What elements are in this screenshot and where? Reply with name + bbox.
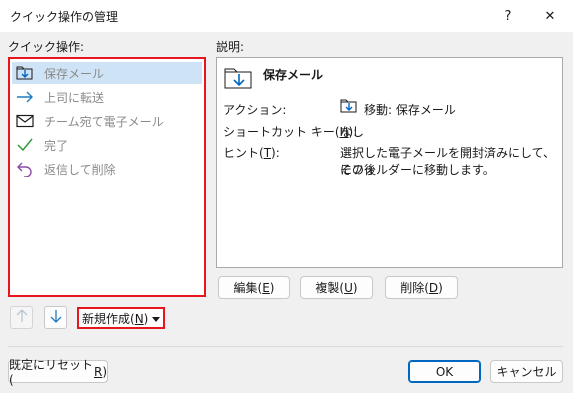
quick-actions-label: クイック操作: <box>8 40 85 54</box>
reset-default-button[interactable]: 既定にリセット(R) <box>8 358 108 387</box>
list-item-done[interactable]: 完了 <box>12 134 202 156</box>
help-button[interactable]: ? <box>490 0 526 32</box>
folder-save-icon <box>14 62 36 84</box>
list-item-team-mail[interactable]: チーム宛て電子メール <box>12 110 202 132</box>
edit-button[interactable]: 編集(E) <box>218 276 290 299</box>
reply-delete-icon <box>14 158 36 180</box>
list-item-reply-delete[interactable]: 返信して削除 <box>12 158 202 180</box>
list-item-forward-boss[interactable]: 上司に転送 <box>12 86 202 108</box>
action-label: アクション: <box>223 103 287 117</box>
hint-label: ヒント(T): <box>223 146 280 160</box>
arrow-up-icon <box>16 309 28 326</box>
list-item-label: 返信して削除 <box>44 162 116 177</box>
shortcut-label: ショートカット キー(H): <box>223 125 358 139</box>
move-up-button[interactable] <box>10 306 33 329</box>
delete-button[interactable]: 削除(D) <box>385 276 458 299</box>
new-button-label: 新規作成(N) <box>82 311 149 326</box>
dropdown-triangle-icon <box>152 311 161 325</box>
checkmark-icon <box>14 134 36 156</box>
footer-separator <box>8 346 563 347</box>
list-item-label: 完了 <box>44 138 69 153</box>
quick-actions-list[interactable]: 保存メール 上司に転送 チーム宛て電子メール 完了 返信して削除 <box>8 57 206 297</box>
folder-save-large-icon <box>224 66 254 93</box>
description-label: 説明: <box>216 40 245 54</box>
hint-line-2: にフォルダーに移動します。 <box>340 163 495 177</box>
arrow-down-icon <box>50 309 62 326</box>
forward-arrow-icon <box>14 86 36 108</box>
copy-button[interactable]: 複製(U) <box>300 276 373 299</box>
close-button[interactable]: ✕ <box>532 0 568 32</box>
move-down-button[interactable] <box>44 306 67 329</box>
description-panel: 保存メール アクション: 移動: 保存メール ショートカット キー(H): なし… <box>216 57 563 268</box>
shortcut-value: なし <box>340 125 365 139</box>
new-quick-action-button[interactable]: 新規作成(N) <box>77 307 165 329</box>
folder-save-small-icon <box>340 98 358 117</box>
ok-button[interactable]: OK <box>408 360 481 383</box>
description-heading: 保存メール <box>263 68 324 82</box>
list-item-label: 保存メール <box>44 66 105 81</box>
action-value: 移動: 保存メール <box>364 103 456 117</box>
envelope-icon <box>14 110 36 132</box>
list-item-label: 上司に転送 <box>44 90 105 105</box>
cancel-button[interactable]: キャンセル <box>490 360 563 383</box>
list-item-save-mail[interactable]: 保存メール <box>12 62 202 84</box>
list-item-label: チーム宛て電子メール <box>44 114 164 129</box>
window-title: クイック操作の管理 <box>10 10 119 24</box>
